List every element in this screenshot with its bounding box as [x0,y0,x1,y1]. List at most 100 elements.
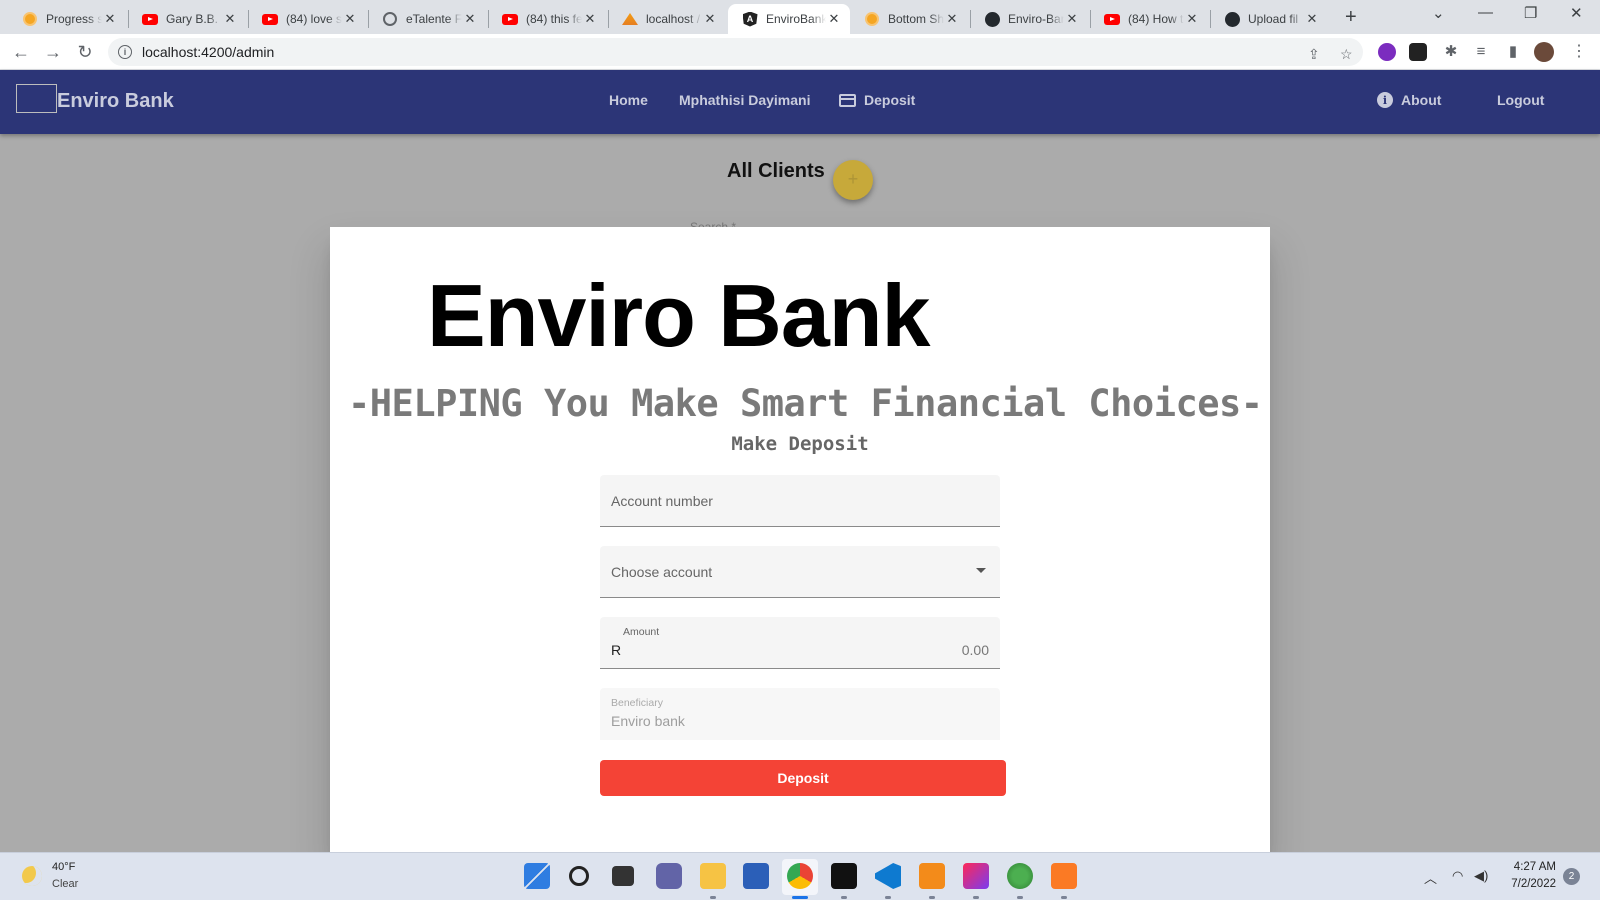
close-icon[interactable]: ✕ [944,11,960,27]
vscode-icon[interactable] [875,863,901,889]
amount-field[interactable]: Amount R 0.00 [600,617,1000,669]
browser-tab[interactable]: Gary B.B. C ✕ [128,4,246,34]
phpmyadmin-icon [622,11,638,27]
app-running-indicator [929,896,935,899]
sublime-text-icon[interactable] [919,863,945,889]
intellij-icon[interactable] [963,863,989,889]
choose-account-placeholder: Choose account [611,564,713,580]
file-explorer-icon[interactable] [700,863,726,889]
store-icon[interactable] [743,863,769,889]
side-panel-icon[interactable]: ▮ [1502,41,1524,63]
browser-tab[interactable]: Progress s ✕ [8,4,126,34]
credit-card-icon [839,93,856,107]
browser-tab[interactable]: localhost / ✕ [608,4,726,34]
browser-tab-active[interactable]: A EnviroBank ✕ [728,4,850,34]
browser-tab-strip: Progress s ✕ Gary B.B. C ✕ (84) love s ✕… [0,0,1600,34]
nav-user[interactable]: Mphathisi Dayimani [679,92,810,108]
github-icon [984,11,1000,27]
teams-chat-icon[interactable] [656,863,682,889]
wifi-icon[interactable]: ◠ [1452,868,1463,884]
app-running-indicator [841,896,847,899]
browser-toolbar: ← → ↻ i localhost:4200/admin ⇪ ☆ ✱ ≡ ▮ ⋮ [0,34,1600,70]
dialog-tagline: -HELPING You Make Smart Financial Choice… [348,382,1263,425]
bookmark-star-icon[interactable]: ☆ [1340,46,1353,63]
close-icon[interactable]: ✕ [342,11,358,27]
extension-icon[interactable] [1409,43,1427,61]
angular-icon: A [742,11,758,27]
close-icon[interactable]: ✕ [462,11,478,27]
browser-tab[interactable]: (84) How t ✕ [1090,4,1208,34]
windows-start-icon[interactable] [524,863,550,889]
nav-deposit[interactable]: Deposit [839,92,915,108]
browser-tab[interactable]: Upload fil ✕ [1210,4,1328,34]
close-icon[interactable]: ✕ [1064,11,1080,27]
weather-temperature[interactable]: 40°F [52,861,75,873]
close-icon[interactable]: ✕ [702,11,718,27]
notification-badge[interactable]: 2 [1563,868,1580,885]
xampp-icon[interactable] [1051,863,1077,889]
browser-tab[interactable]: eTalente F ✕ [368,4,486,34]
forward-icon[interactable]: → [42,41,64,63]
close-icon[interactable]: ✕ [582,11,598,27]
reload-icon[interactable]: ↻ [74,41,96,63]
account-number-field[interactable]: Account number [600,475,1000,527]
close-icon[interactable]: ✕ [1184,11,1200,27]
brand-title[interactable]: Enviro Bank [57,90,174,113]
youtube-icon [1104,11,1120,27]
moon-icon[interactable] [22,866,42,886]
close-window-icon[interactable]: ✕ [1570,4,1583,22]
youtube-icon [142,11,158,27]
task-view-icon[interactable] [612,866,634,886]
close-icon[interactable]: ✕ [1304,11,1320,27]
new-tab-icon[interactable]: + [1345,6,1357,29]
brand-logo[interactable] [16,84,57,113]
nav-deposit-label: Deposit [864,92,916,108]
profile-avatar[interactable] [1534,42,1554,62]
nav-logout[interactable]: Logout [1497,92,1544,108]
chevron-up-icon[interactable]: ︿ [1424,868,1437,887]
info-icon[interactable]: i [118,45,132,59]
clock-time[interactable]: 4:27 AM [1514,861,1556,873]
deposit-button[interactable]: Deposit [600,760,1006,796]
volume-icon[interactable]: ◀) [1474,868,1488,884]
app-running-indicator [1061,896,1067,899]
tab-title: localhost / [646,12,701,26]
globe-app-icon[interactable] [1007,863,1033,889]
close-icon[interactable]: ✕ [222,11,238,27]
chrome-icon[interactable] [787,863,813,889]
puzzle-icon[interactable]: ✱ [1440,41,1462,63]
account-number-placeholder: Account number [611,493,713,509]
globe-icon [382,11,398,27]
taskbar: 40°F Clear ︿ ◠ ◀) 4:27 AM 7/2/2022 2 [0,852,1600,900]
beneficiary-value: Enviro bank [611,713,685,729]
dialog-subtitle: Make Deposit [731,433,869,455]
browser-tab[interactable]: Bottom Sh ✕ [850,4,968,34]
nav-about[interactable]: i About [1377,92,1441,108]
tab-search-icon[interactable]: ⌄ [1432,4,1445,22]
page-title: All Clients [727,160,825,182]
extension-icon[interactable] [1378,43,1396,61]
weather-condition[interactable]: Clear [52,878,78,890]
nav-home[interactable]: Home [609,92,648,108]
add-client-button[interactable]: + [833,160,873,200]
close-icon[interactable]: ✕ [102,11,118,27]
clock-date[interactable]: 7/2/2022 [1511,878,1556,890]
reading-list-icon[interactable]: ≡ [1470,41,1492,63]
restore-icon[interactable]: ❐ [1524,4,1537,22]
terminal-icon[interactable] [831,863,857,889]
close-icon[interactable]: ✕ [826,11,842,27]
share-icon[interactable]: ⇪ [1308,46,1320,63]
search-icon[interactable] [569,866,589,886]
browser-tab[interactable]: (84) love s ✕ [248,4,366,34]
address-bar[interactable]: i localhost:4200/admin ⇪ ☆ [108,38,1363,66]
amount-value: 0.00 [961,642,989,658]
back-icon[interactable]: ← [10,41,32,63]
tab-title: Bottom Sh [888,12,944,26]
tab-title: Gary B.B. C [166,12,222,26]
menu-icon[interactable]: ⋮ [1568,41,1590,63]
browser-tab[interactable]: (84) this fe ✕ [488,4,606,34]
browser-tab[interactable]: Enviro-Ban ✕ [970,4,1088,34]
app-active-indicator [792,896,808,899]
choose-account-select[interactable]: Choose account [600,546,1000,598]
minimize-icon[interactable]: — [1478,4,1493,21]
